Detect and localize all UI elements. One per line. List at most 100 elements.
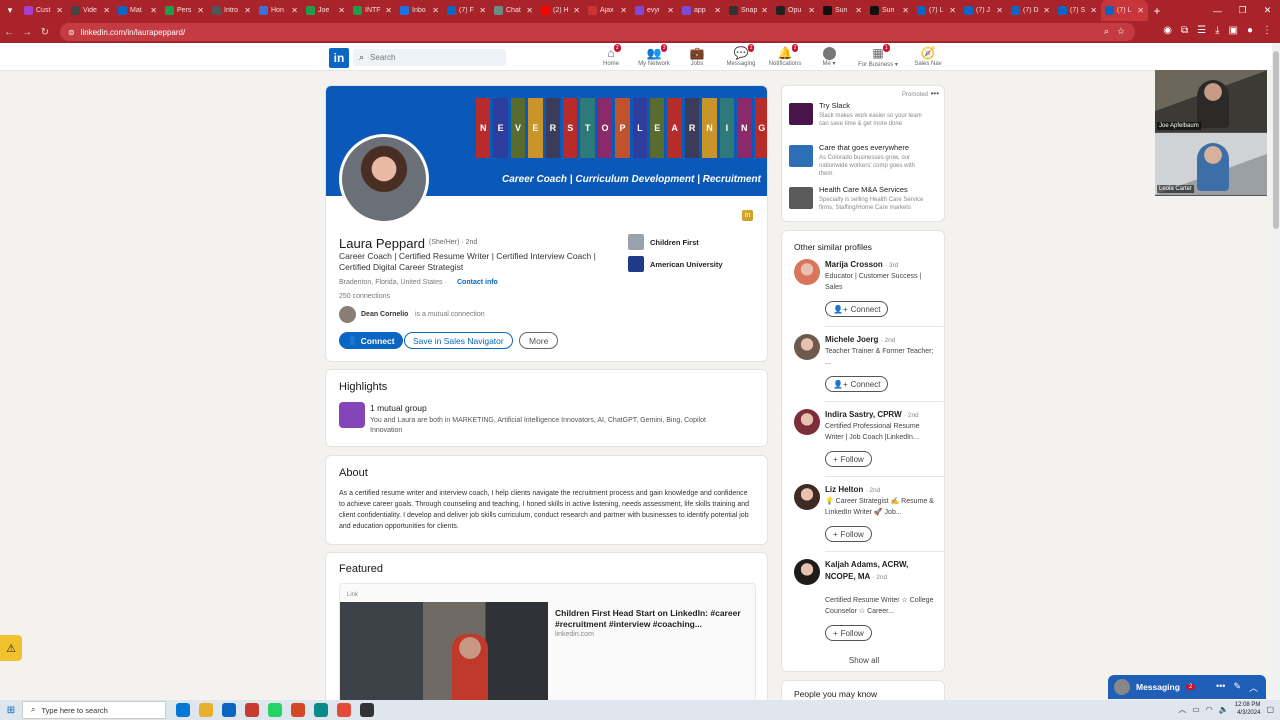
windows-start-icon[interactable]: ⊞ <box>0 705 22 716</box>
follow-button[interactable]: + Follow <box>825 625 872 641</box>
tab-close-icon[interactable]: ✕ <box>197 6 204 15</box>
wifi-icon[interactable]: ◠ <box>1206 705 1213 714</box>
tab-close-icon[interactable]: ✕ <box>385 6 392 15</box>
more-button[interactable]: More <box>519 332 559 349</box>
video-call-panel[interactable]: Joe Apfelbaum Leola Carter <box>1155 70 1267 196</box>
reading-list-icon[interactable]: ☰ <box>1197 25 1206 36</box>
mutual-connection-name[interactable]: Dean Cornelio <box>361 311 408 318</box>
similar-name[interactable]: Kaljah Adams, ACRW, NCOPE, MA · 2nd <box>825 559 940 584</box>
tab-close-icon[interactable]: ✕ <box>103 6 110 15</box>
save-sales-navigator-button[interactable]: Save in Sales Navigator <box>404 332 513 349</box>
taskbar-app-icon[interactable] <box>176 703 190 717</box>
browser-tab[interactable]: (2) H ✕ <box>537 0 584 21</box>
taskbar-app-icon[interactable] <box>222 703 236 717</box>
browser-tab[interactable]: (7) D ✕ <box>1007 0 1054 21</box>
kebab-menu-icon[interactable]: ⋮ <box>1262 25 1272 36</box>
compose-icon[interactable]: ✎ <box>1233 681 1241 694</box>
linkedin-logo[interactable]: in <box>329 48 349 68</box>
browser-tab[interactable]: app ✕ <box>678 0 725 21</box>
tab-close-icon[interactable]: ✕ <box>714 6 721 15</box>
tab-close-icon[interactable]: ✕ <box>620 6 627 15</box>
featured-item-title[interactable]: Children First Head Start on LinkedIn: #… <box>555 608 750 630</box>
tab-close-icon[interactable]: ✕ <box>338 6 345 15</box>
download-icon[interactable]: ⤓ <box>1215 25 1219 36</box>
mutual-avatar[interactable] <box>339 306 356 323</box>
taskbar-app-icon[interactable] <box>199 703 213 717</box>
show-all-link[interactable]: Show all <box>782 656 946 665</box>
nav-item-grid[interactable]: ▦ 1 For Business ▾ <box>855 44 901 68</box>
network-icon[interactable]: ▭ <box>1192 705 1200 714</box>
volume-icon[interactable]: 🔈 <box>1219 705 1229 714</box>
tab-close-icon[interactable]: ✕ <box>1090 6 1097 15</box>
nav-item-chat[interactable]: 💬 2 Messaging <box>718 44 764 67</box>
experience-item[interactable]: Children First <box>628 234 699 250</box>
nav-item-avatar[interactable]: Me ▾ <box>806 45 852 67</box>
nav-item-home[interactable]: ⌂ 2 Home <box>588 44 634 67</box>
browser-tab[interactable]: evyi ✕ <box>631 0 678 21</box>
taskbar-search[interactable]: ⌕ Type here to search <box>22 701 166 719</box>
connections-count[interactable]: 250 connections <box>339 293 390 300</box>
similar-avatar[interactable] <box>794 409 820 435</box>
browser-tab[interactable]: (7) L ✕ <box>913 0 960 21</box>
messaging-more-icon[interactable]: ••• <box>1216 681 1225 694</box>
group-icon[interactable] <box>339 402 365 428</box>
tab-close-icon[interactable]: ✕ <box>855 6 862 15</box>
taskbar-app-icon[interactable] <box>268 703 282 717</box>
tab-close-icon[interactable]: ✕ <box>761 6 768 15</box>
nav-item-compass[interactable]: 🧭 Sales Nav <box>905 45 951 67</box>
ad-options-icon[interactable]: ••• <box>931 89 939 98</box>
reload-icon[interactable]: ↻ <box>36 27 54 38</box>
page-scrollbar[interactable] <box>1272 43 1280 700</box>
tab-close-icon[interactable]: ✕ <box>526 6 533 15</box>
browser-tab[interactable]: (7) L ✕ <box>1101 0 1148 21</box>
nav-item-network[interactable]: 👥 3 My Network <box>631 44 677 67</box>
expand-icon[interactable]: ︿ <box>1249 681 1258 694</box>
tab-close-icon[interactable]: ✕ <box>949 6 956 15</box>
mutual-group-title[interactable]: 1 mutual group <box>370 403 427 413</box>
search-input[interactable] <box>370 53 491 62</box>
browser-tab[interactable]: Hon ✕ <box>255 0 302 21</box>
follow-button[interactable]: + Follow <box>825 526 872 542</box>
taskbar-app-icon[interactable] <box>337 703 351 717</box>
tab-close-icon[interactable]: ✕ <box>291 6 298 15</box>
restore-icon[interactable]: ❐ <box>1230 0 1255 21</box>
browser-tab[interactable]: Cust ✕ <box>20 0 67 21</box>
zoom-icon[interactable]: ⌕ <box>1104 26 1109 37</box>
follow-button[interactable]: + Follow <box>825 451 872 467</box>
tab-search-icon[interactable]: ▾ <box>0 0 20 21</box>
promoted-title[interactable]: Health Care M&A Services <box>819 185 908 194</box>
promoted-title[interactable]: Care that goes everywhere <box>819 143 909 152</box>
clock[interactable]: 12:08 PM 4/3/2024 <box>1235 701 1261 717</box>
tab-close-icon[interactable]: ✕ <box>573 6 580 15</box>
browser-tab[interactable]: Sun ✕ <box>866 0 913 21</box>
taskbar-app-icon[interactable] <box>291 703 305 717</box>
connect-button[interactable]: 👤 Connect <box>339 332 403 349</box>
minimize-icon[interactable]: — <box>1205 0 1230 21</box>
browser-tab[interactable]: Opu ✕ <box>772 0 819 21</box>
browser-tab[interactable]: Chat ✕ <box>490 0 537 21</box>
profile-photo[interactable] <box>339 134 429 224</box>
scroll-thumb[interactable] <box>1273 51 1279 229</box>
nav-item-bell[interactable]: 🔔 2 Notifications <box>762 44 808 67</box>
split-icon[interactable]: ▣ <box>1229 25 1238 36</box>
browser-tab[interactable]: Intro ✕ <box>208 0 255 21</box>
connect-button[interactable]: 👤+ Connect <box>825 301 889 317</box>
tab-close-icon[interactable]: ✕ <box>244 6 251 15</box>
puzzle-icon[interactable]: ⧉ <box>1181 25 1188 36</box>
taskbar-app-icon[interactable] <box>314 703 328 717</box>
browser-tab[interactable]: Snap ✕ <box>725 0 772 21</box>
similar-avatar[interactable] <box>794 559 820 585</box>
back-icon[interactable]: ← <box>0 27 18 38</box>
similar-avatar[interactable] <box>794 259 820 285</box>
browser-tab[interactable]: (7) J ✕ <box>960 0 1007 21</box>
browser-tab[interactable]: Pers ✕ <box>161 0 208 21</box>
tab-close-icon[interactable]: ✕ <box>808 6 815 15</box>
tab-close-icon[interactable]: ✕ <box>479 6 486 15</box>
browser-tab[interactable]: Sun ✕ <box>819 0 866 21</box>
similar-avatar[interactable] <box>794 334 820 360</box>
contact-info-link[interactable]: Contact info <box>457 279 498 286</box>
warning-icon[interactable]: ⚠ <box>0 635 22 661</box>
tab-close-icon[interactable]: ✕ <box>56 6 63 15</box>
tab-close-icon[interactable]: ✕ <box>1137 6 1144 15</box>
tab-close-icon[interactable]: ✕ <box>902 6 909 15</box>
